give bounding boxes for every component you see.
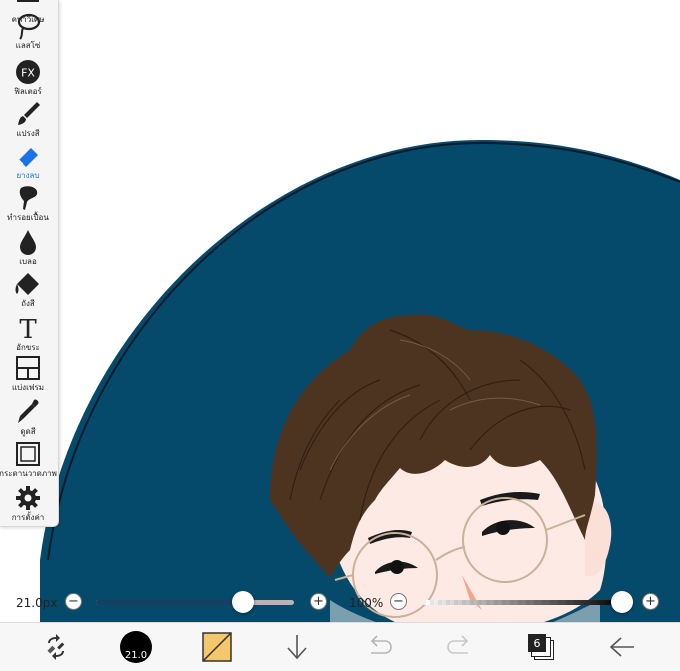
layers-button[interactable]: 6	[519, 623, 563, 671]
svg-text:T: T	[19, 315, 37, 342]
tool-settings[interactable]: การตั้งค่า	[0, 484, 56, 522]
swap-tool-button[interactable]	[34, 623, 78, 671]
brush-size-value: 21.0px	[16, 596, 58, 610]
smudge-icon	[14, 184, 42, 212]
drawing-canvas[interactable]	[0, 0, 680, 670]
layers-icon: 6	[528, 634, 554, 660]
tool-label: อักขระ	[16, 343, 40, 352]
tool-brush[interactable]: แปรงสี	[0, 100, 56, 138]
text-icon: T	[14, 314, 42, 342]
tool-smudge[interactable]: ทำรอยเปื้อน	[0, 184, 56, 222]
opacity-increase-button[interactable]: +	[642, 593, 659, 610]
tool-label: กระดานวาดภาพ	[0, 469, 57, 478]
tool-bucket[interactable]: ถังสี	[0, 270, 56, 308]
color-swatch-icon	[202, 632, 232, 662]
tool-label: ทำรอยเปื้อน	[7, 213, 49, 222]
size-slider-track[interactable]	[96, 600, 294, 605]
arrow-down-icon	[287, 635, 307, 660]
tool-label: ฟิลเตอร์	[14, 87, 42, 96]
tool-text[interactable]: T อักขระ	[0, 314, 56, 352]
size-slider-thumb[interactable]	[231, 591, 254, 613]
tool-label: แปรงสี	[16, 129, 40, 138]
redo-button[interactable]	[438, 623, 482, 671]
blur-drop-icon	[14, 228, 42, 256]
svg-text:FX: FX	[21, 67, 35, 80]
brush-icon	[14, 100, 42, 128]
brush-size-label: 21.0	[124, 650, 148, 661]
tool-panel: คทาวิเศษ แลสโซ่ FX ฟิลเตอร์ แปรงสี ยางลบ ทำรอย…	[0, 0, 59, 527]
tool-frame[interactable]: แบ่งเฟรม	[0, 354, 56, 392]
frame-divider-icon	[14, 354, 42, 382]
tool-label: ถังสี	[21, 299, 35, 308]
tool-eyedropper[interactable]: ดูดสี	[0, 398, 56, 436]
tool-eraser[interactable]: ยางลบ	[0, 142, 56, 180]
tool-label: ยางลบ	[16, 171, 40, 180]
arrow-left-icon	[609, 637, 634, 657]
opacity-slider-thumb[interactable]	[611, 591, 633, 613]
undo-icon	[370, 635, 392, 654]
left-pupil	[390, 560, 404, 574]
brush-size-button[interactable]: 21.0	[114, 623, 158, 671]
opacity-slider-track[interactable]	[422, 600, 622, 605]
opacity-decrease-button[interactable]: −	[390, 593, 407, 610]
opacity-value: 100%	[349, 596, 384, 610]
color-button[interactable]	[195, 623, 239, 671]
lasso-icon	[14, 12, 42, 40]
tool-label: การตั้งค่า	[11, 513, 45, 522]
back-button[interactable]	[600, 623, 644, 671]
tool-filter[interactable]: FX ฟิลเตอร์	[0, 58, 56, 96]
gear-icon	[14, 484, 42, 512]
bottom-action-bar: 21.0 6	[0, 622, 680, 671]
tool-label: ดูดสี	[20, 427, 36, 436]
right-pupil	[496, 521, 510, 535]
tool-label: แลสโซ่	[15, 41, 41, 50]
paint-bucket-icon	[14, 270, 42, 298]
eraser-icon	[14, 142, 42, 170]
swap-tools-icon	[47, 634, 65, 660]
eyedropper-icon	[14, 398, 42, 426]
tool-label: แบ่งเฟรม	[11, 383, 45, 392]
slider-row: 21.0px − + 100% − +	[0, 588, 680, 618]
redo-icon	[447, 635, 469, 654]
size-slider-fill	[96, 600, 243, 605]
size-decrease-button[interactable]: −	[65, 593, 82, 610]
tool-blur[interactable]: เบลอ	[0, 228, 56, 266]
canvas-icon	[14, 440, 42, 468]
tool-canvas[interactable]: กระดานวาดภาพ	[0, 440, 57, 478]
brush-preview-icon: 21.0	[120, 631, 152, 663]
download-button[interactable]	[275, 623, 319, 671]
layer-count: 6	[528, 634, 546, 652]
tool-lasso[interactable]: แลสโซ่	[0, 12, 56, 50]
undo-button[interactable]	[357, 623, 401, 671]
size-increase-button[interactable]: +	[310, 593, 327, 610]
tool-label: เบลอ	[19, 257, 37, 266]
fx-icon: FX	[14, 58, 42, 86]
